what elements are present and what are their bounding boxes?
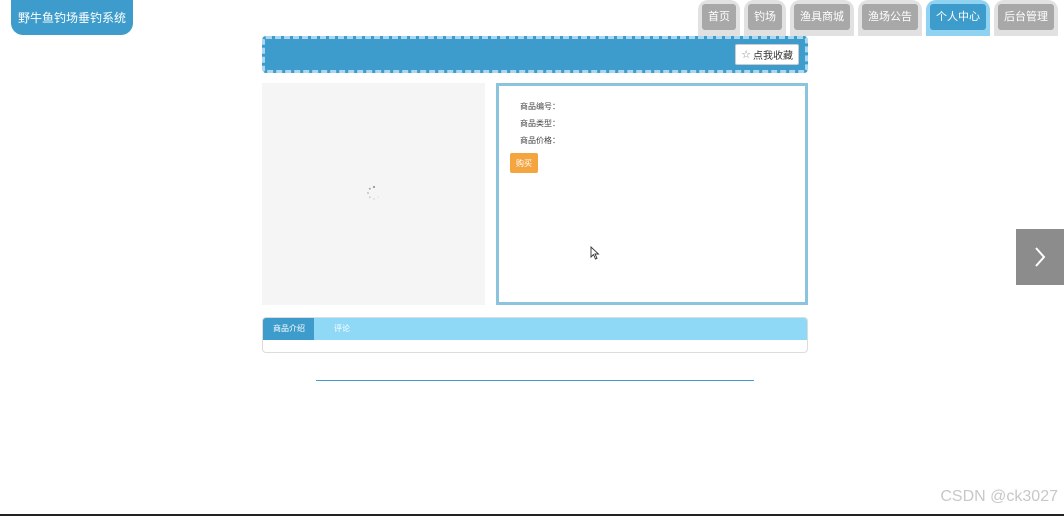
top-nav: 首页 钓场 渔具商城 渔场公告 个人中心 后台管理 <box>698 0 1058 36</box>
nav-item-home[interactable]: 首页 <box>698 0 740 36</box>
nav-item-label: 个人中心 <box>930 4 986 30</box>
tab-comments[interactable]: 评论 <box>314 318 360 340</box>
nav-item-label: 渔具商城 <box>794 4 850 30</box>
nav-item-label: 后台管理 <box>998 4 1054 30</box>
product-price-label: 商品价格： <box>520 136 560 145</box>
nav-item-label: 渔场公告 <box>862 4 918 30</box>
nav-item-tackle-shop[interactable]: 渔具商城 <box>790 0 854 36</box>
favorite-label: 点我收藏 <box>753 51 793 62</box>
chevron-right-icon <box>1035 247 1046 267</box>
nav-item-personal-center[interactable]: 个人中心 <box>926 0 990 36</box>
watermark: CSDN @ck3027 <box>940 488 1058 505</box>
tabs-header: 商品介绍 评论 <box>263 318 807 340</box>
product-type-label: 商品类型： <box>520 119 560 128</box>
product-info-panel: 商品编号： 商品类型： 商品价格： 购买 <box>496 83 808 305</box>
favorite-button[interactable]: ☆ 点我收藏 <box>735 44 799 65</box>
nav-item-announcements[interactable]: 渔场公告 <box>858 0 922 36</box>
product-header-bar: ☆ 点我收藏 <box>262 36 808 73</box>
nav-item-label: 钓场 <box>748 4 782 30</box>
next-button[interactable] <box>1016 229 1064 285</box>
buy-button[interactable]: 购买 <box>510 153 538 173</box>
product-number-label: 商品编号： <box>520 102 560 111</box>
app-logo[interactable]: 野牛鱼钓场垂钓系统 <box>11 0 133 35</box>
nav-item-label: 首页 <box>702 4 736 30</box>
product-tabs-panel: 商品介绍 评论 <box>262 317 808 353</box>
nav-item-fishing-spots[interactable]: 钓场 <box>744 0 786 36</box>
product-image <box>262 83 485 305</box>
loading-spinner-icon <box>367 185 379 200</box>
mouse-cursor-icon <box>590 246 600 260</box>
star-outline-icon: ☆ <box>741 48 751 61</box>
content-divider <box>316 380 754 381</box>
nav-item-admin[interactable]: 后台管理 <box>994 0 1058 36</box>
tab-product-intro[interactable]: 商品介绍 <box>263 318 314 340</box>
